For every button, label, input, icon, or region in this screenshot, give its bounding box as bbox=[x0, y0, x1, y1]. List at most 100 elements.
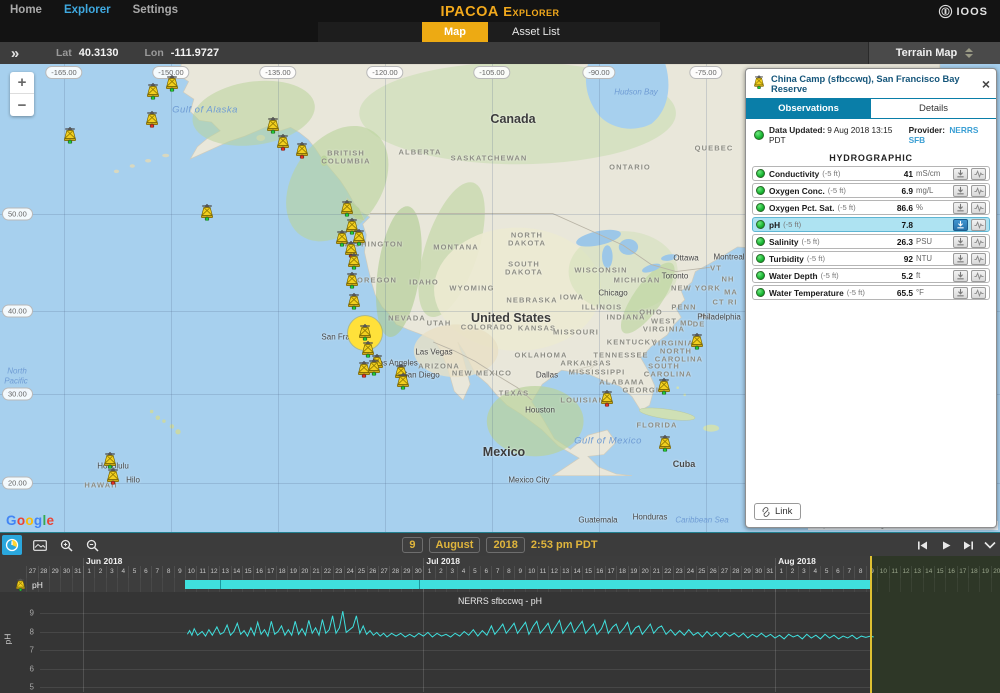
close-icon[interactable]: × bbox=[982, 79, 990, 89]
buoy-marker[interactable] bbox=[275, 134, 292, 151]
observation-depth: (-5 ft) bbox=[847, 288, 883, 297]
observation-row[interactable]: pH(-5 ft)7.8 bbox=[752, 217, 990, 232]
panel-tab-details[interactable]: Details bbox=[871, 99, 996, 118]
ipacoa-explorer-app: HomeExplorerSettings IPACOA Explorer IOO… bbox=[0, 0, 1000, 693]
station-panel-header: China Camp (sfbccwq), San Francisco Bay … bbox=[746, 69, 996, 98]
observation-value: 86.6 bbox=[883, 203, 913, 213]
buoy-marker[interactable] bbox=[395, 373, 412, 390]
download-button[interactable] bbox=[953, 185, 968, 197]
longitude-tick: -135.00 bbox=[259, 66, 296, 79]
map-toolbar: » Lat 40.3130 Lon -111.9727 Terrain Map bbox=[0, 42, 1000, 64]
tab-map[interactable]: Map bbox=[422, 22, 488, 42]
status-dot-icon bbox=[754, 130, 764, 140]
current-time-marker[interactable] bbox=[870, 556, 872, 693]
buoy-glyph bbox=[144, 111, 161, 128]
observation-row[interactable]: Turbidity(-5 ft)92NTU bbox=[752, 251, 990, 266]
timeseries-button[interactable] bbox=[971, 185, 986, 197]
download-button[interactable] bbox=[953, 253, 968, 265]
observation-row[interactable]: Conductivity(-5 ft)41mS/cm bbox=[752, 166, 990, 181]
tab-asset-list[interactable]: Asset List bbox=[488, 22, 584, 42]
month-selector[interactable]: August bbox=[429, 537, 481, 553]
buoy-marker[interactable] bbox=[689, 333, 706, 350]
timeseries-button[interactable] bbox=[971, 168, 986, 180]
basemap-label: Terrain Map bbox=[896, 47, 958, 59]
basemap-selector[interactable]: Terrain Map bbox=[868, 42, 1000, 64]
buoy-marker[interactable] bbox=[346, 253, 363, 270]
timeseries-button[interactable] bbox=[971, 202, 986, 214]
timeseries-icon bbox=[974, 170, 984, 178]
timeseries-button[interactable] bbox=[971, 219, 986, 231]
timeseries-button[interactable] bbox=[971, 287, 986, 299]
timeseries-button[interactable] bbox=[971, 270, 986, 282]
timeseries-button[interactable] bbox=[971, 236, 986, 248]
station-panel-tabs: ObservationsDetails bbox=[746, 98, 996, 119]
link-button[interactable]: Link bbox=[754, 503, 801, 520]
play-icon bbox=[941, 540, 952, 551]
buoy-marker[interactable] bbox=[656, 378, 673, 395]
observation-row[interactable]: Water Depth(-5 ft)5.2ft bbox=[752, 268, 990, 283]
buoy-marker[interactable] bbox=[346, 293, 363, 310]
collapse-timeline-button[interactable] bbox=[980, 535, 1000, 555]
hydrographic-section-header: HYDROGRAPHIC bbox=[746, 149, 996, 166]
buoy-marker[interactable] bbox=[344, 272, 361, 289]
timeseries-button[interactable] bbox=[971, 253, 986, 265]
status-dot-icon bbox=[756, 254, 765, 263]
buoy-marker[interactable] bbox=[366, 359, 383, 376]
buoy-marker[interactable] bbox=[294, 142, 311, 159]
buoy-glyph bbox=[199, 204, 216, 221]
buoy-marker[interactable] bbox=[657, 435, 674, 452]
basemap-arrows-icon bbox=[965, 48, 973, 58]
buoy-marker[interactable] bbox=[62, 127, 79, 144]
play-button[interactable] bbox=[936, 535, 956, 555]
step-back-button[interactable] bbox=[912, 535, 932, 555]
buoy-marker[interactable] bbox=[145, 83, 162, 100]
step-forward-button[interactable] bbox=[958, 535, 978, 555]
buoy-marker[interactable] bbox=[105, 468, 122, 485]
status-dot-icon bbox=[756, 169, 765, 178]
zoom-out-button[interactable]: − bbox=[10, 94, 34, 116]
buoy-marker[interactable] bbox=[144, 111, 161, 128]
graticule-meridian bbox=[492, 64, 493, 532]
google-logo-letter: G bbox=[6, 513, 17, 528]
buoy-marker[interactable] bbox=[199, 204, 216, 221]
graticule-meridian bbox=[599, 64, 600, 532]
ph-series-polyline bbox=[187, 611, 873, 639]
year-selector[interactable]: 2018 bbox=[486, 537, 524, 553]
link-icon bbox=[761, 507, 771, 517]
buoy-marker[interactable] bbox=[339, 200, 356, 217]
timeline-chart-area[interactable]: 2728293031123456789101112131415161718192… bbox=[0, 556, 1000, 693]
buoy-glyph bbox=[102, 452, 119, 469]
buoy-marker-selected[interactable] bbox=[357, 324, 374, 341]
status-dot-icon bbox=[756, 237, 765, 246]
download-button[interactable] bbox=[953, 202, 968, 214]
latitude-tick: 20.00 bbox=[2, 477, 33, 490]
buoy-marker[interactable] bbox=[102, 452, 119, 469]
app-title-sub: Explorer bbox=[503, 4, 559, 19]
observation-row[interactable]: Salinity(-5 ft)26.3PSU bbox=[752, 234, 990, 249]
observation-row[interactable]: Oxygen Conc.(-5 ft)6.9mg/L bbox=[752, 183, 990, 198]
observation-row[interactable]: Water Temperature(-5 ft)65.5°F bbox=[752, 285, 990, 300]
timeseries-icon bbox=[974, 238, 984, 246]
link-label: Link bbox=[775, 506, 792, 517]
buoy-marker[interactable] bbox=[599, 390, 616, 407]
buoy-marker[interactable] bbox=[265, 117, 282, 134]
status-dot-icon bbox=[756, 271, 765, 280]
observation-row[interactable]: Oxygen Pct. Sat.(-5 ft)86.6% bbox=[752, 200, 990, 215]
download-icon bbox=[956, 271, 965, 280]
observation-unit: % bbox=[916, 203, 950, 212]
sidebar-expander-button[interactable]: » bbox=[0, 42, 30, 64]
buoy-glyph bbox=[346, 253, 363, 270]
zoom-in-button[interactable]: + bbox=[10, 72, 34, 94]
download-button[interactable] bbox=[953, 219, 968, 231]
day-selector[interactable]: 9 bbox=[402, 537, 422, 553]
buoy-marker[interactable] bbox=[164, 75, 181, 92]
download-button[interactable] bbox=[953, 287, 968, 299]
download-button[interactable] bbox=[953, 270, 968, 282]
download-button[interactable] bbox=[953, 168, 968, 180]
buoy-glyph bbox=[599, 390, 616, 407]
lon-label: Lon bbox=[145, 47, 164, 59]
download-button[interactable] bbox=[953, 236, 968, 248]
panel-tab-observations[interactable]: Observations bbox=[746, 99, 871, 118]
data-updated-row: Data Updated:9 Aug 2018 13:15 PDT Provid… bbox=[746, 119, 996, 149]
ph-timeseries-line bbox=[0, 556, 1000, 693]
